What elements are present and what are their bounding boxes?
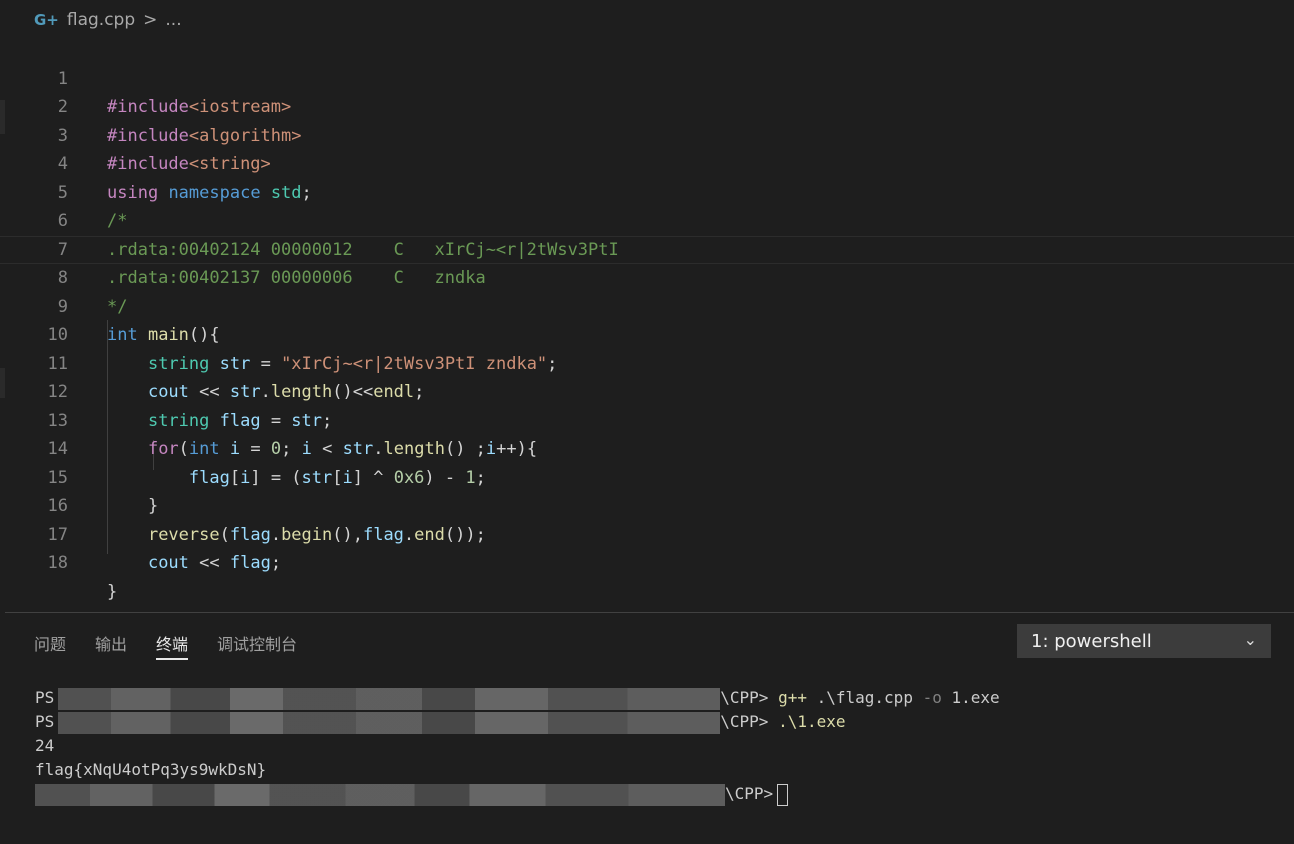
terminal-line: PS \CPP> .\1.exe xyxy=(35,710,1000,734)
code-line: 11 cout << str.length()<<endl; xyxy=(0,321,1294,403)
terminal-select-value: 1: powershell xyxy=(1031,630,1152,652)
cpp-file-icon: G+ xyxy=(34,11,59,29)
bottom-panel: 问题 输出 终端 调试控制台 1: powershell ⌄ PS \CPP> g… xyxy=(5,612,1294,844)
terminal-arg: .\flag.cpp xyxy=(806,688,923,707)
token: } xyxy=(107,581,118,602)
chevron-down-icon: ⌄ xyxy=(1243,630,1257,649)
code-line: 6 .rdata:00402124 00000012 C xIrCj~<r|2t… xyxy=(0,179,1294,260)
redacted-path xyxy=(58,711,721,734)
terminal-output[interactable]: PS \CPP> g++ .\flag.cpp -o 1.exe PS \CPP> … xyxy=(35,686,1000,806)
terminal-flag: -o xyxy=(922,688,942,707)
terminal-line: 24 xyxy=(35,736,55,755)
code-line: 18 } xyxy=(0,521,1294,602)
code-line: 13 for(int i = 0; i < str.length() ;i++)… xyxy=(0,378,1294,460)
code-line: 7 .rdata:00402137 00000006 C zndka xyxy=(0,207,1294,289)
tab-terminal[interactable]: 终端 xyxy=(156,613,189,660)
token: cout xyxy=(147,553,189,573)
line-number: 18 xyxy=(47,553,68,573)
terminal-cursor xyxy=(777,783,789,806)
code-line-current: 8 */ xyxy=(0,236,1294,317)
code-line: 4 using namespace std; xyxy=(0,122,1294,203)
code-line: 12 string flag = str; xyxy=(0,350,1294,431)
code-line: 1 #include<iostream> xyxy=(0,36,1294,118)
panel-tabs: 问题 输出 终端 调试控制台 xyxy=(5,613,297,663)
token: flag xyxy=(229,553,271,573)
code-editor[interactable]: G+ flag.cpp > ... 1 #include<iostream> 2… xyxy=(0,0,1294,612)
terminal-line: \CPP> xyxy=(35,782,1000,806)
code-line: 15 } xyxy=(0,435,1294,517)
redacted-path xyxy=(35,783,725,806)
terminal-line: flag{xNqU4otPq3ys9wkDsN} xyxy=(35,760,267,779)
code-line: 16 reverse(flag.begin(),flag.end()); xyxy=(0,464,1294,545)
token: << xyxy=(188,553,230,573)
code-line: 9 int main(){ xyxy=(0,264,1294,346)
terminal-line: PS \CPP> g++ .\flag.cpp -o 1.exe xyxy=(35,686,1000,710)
code-line: 17 cout << flag; xyxy=(0,492,1294,574)
breadcrumb: G+ flag.cpp > ... xyxy=(0,0,1294,40)
breadcrumb-separator: > xyxy=(143,10,158,30)
token: ; xyxy=(270,553,282,573)
code-line: 2 #include<algorithm> xyxy=(0,65,1294,146)
code-area[interactable]: 1 #include<iostream> 2 #include<algorith… xyxy=(0,36,1294,602)
code-line: 14 flag[i] = (str[i] ^ 0x6) - 1; xyxy=(0,407,1294,488)
terminal-path: \CPP> xyxy=(720,688,769,707)
terminal-arg: 1.exe xyxy=(941,688,1000,707)
terminal-path: \CPP> xyxy=(720,712,769,731)
terminal-prompt: PS xyxy=(35,712,55,731)
breadcrumb-more[interactable]: ... xyxy=(165,10,181,30)
code-line: 10 string str = "xIrCj~<r|2tWsv3PtI zndk… xyxy=(0,293,1294,374)
terminal-prompt: PS xyxy=(35,688,55,707)
tab-output[interactable]: 输出 xyxy=(95,613,127,659)
code-line: 3 #include<string> xyxy=(0,93,1294,175)
terminal-command: .\1.exe xyxy=(778,712,846,731)
code-line: 5 /* xyxy=(0,150,1294,232)
breadcrumb-file[interactable]: flag.cpp xyxy=(67,10,135,30)
terminal-path: \CPP> xyxy=(725,784,774,803)
terminal-command: g++ xyxy=(778,688,807,707)
tab-problems[interactable]: 问题 xyxy=(34,613,66,659)
terminal-select[interactable]: 1: powershell ⌄ xyxy=(1017,624,1271,658)
tab-debug-console[interactable]: 调试控制台 xyxy=(217,613,297,659)
redacted-path xyxy=(58,687,721,710)
